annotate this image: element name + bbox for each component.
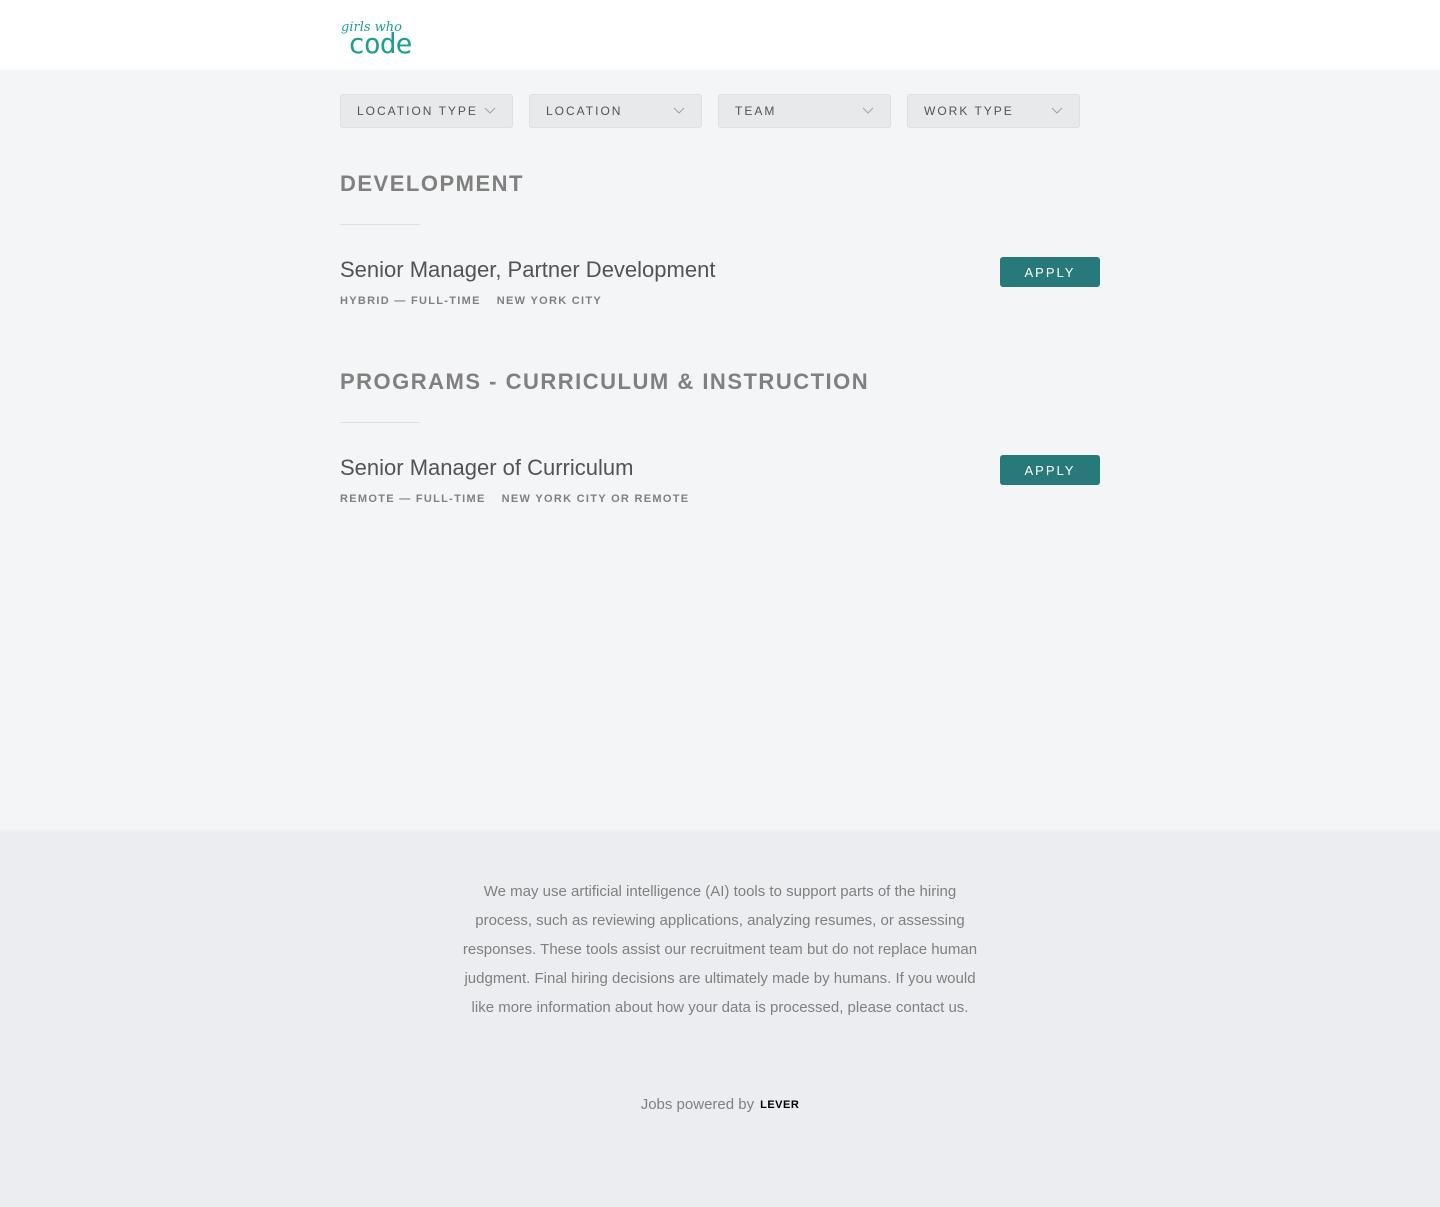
section-divider <box>340 224 420 225</box>
posting-commitment: REMOTE — FULL-TIME <box>340 493 486 505</box>
ai-disclaimer: We may use artificial intelligence (AI) … <box>462 883 978 1016</box>
powered-by: Jobs powered by LEVER <box>0 1096 1440 1113</box>
site-footer: We may use artificial intelligence (AI) … <box>0 830 1440 1207</box>
powered-by-text: Jobs powered by <box>640 1096 755 1113</box>
filter-location-type[interactable]: LOCATION TYPE <box>340 94 513 128</box>
posting-commitment: HYBRID — FULL-TIME <box>340 295 481 307</box>
job-posting: Senior Manager of Curriculum REMOTE — FU… <box>340 455 1100 515</box>
chevron-down-icon <box>673 107 685 114</box>
filter-label: WORK TYPE <box>924 104 1014 118</box>
girls-who-code-logo[interactable]: girls who code <box>340 14 426 56</box>
filter-label: LOCATION <box>546 104 623 118</box>
job-posting: Senior Manager, Partner Development HYBR… <box>340 257 1100 317</box>
section-programs-curriculum: PROGRAMS - CURRICULUM & INSTRUCTION Seni… <box>340 368 1100 515</box>
lever-logo-link[interactable]: LEVER <box>760 1099 799 1111</box>
posting-location: NEW YORK CITY OR REMOTE <box>501 493 690 505</box>
posting-meta: HYBRID — FULL-TIME NEW YORK CITY <box>340 295 1100 307</box>
job-listings: LOCATION TYPE LOCATION TEAM WORK TYPE DE… <box>0 70 1440 830</box>
posting-title-link[interactable]: Senior Manager of Curriculum <box>340 455 633 481</box>
chevron-down-icon <box>862 107 874 114</box>
filter-team[interactable]: TEAM <box>718 94 891 128</box>
filter-label: LOCATION TYPE <box>357 104 478 118</box>
filter-location[interactable]: LOCATION <box>529 94 702 128</box>
section-development: DEVELOPMENT Senior Manager, Partner Deve… <box>340 170 1100 317</box>
posting-location: NEW YORK CITY <box>496 295 603 307</box>
apply-button[interactable]: APPLY <box>1000 257 1100 287</box>
site-header: girls who code <box>0 0 1440 70</box>
chevron-down-icon <box>1051 107 1063 114</box>
chevron-down-icon <box>484 107 496 114</box>
section-title: PROGRAMS - CURRICULUM & INSTRUCTION <box>340 369 870 394</box>
filter-bar: LOCATION TYPE LOCATION TEAM WORK TYPE <box>340 94 1080 128</box>
apply-button[interactable]: APPLY <box>1000 455 1100 485</box>
section-title: DEVELOPMENT <box>340 171 524 196</box>
posting-meta: REMOTE — FULL-TIME NEW YORK CITY OR REMO… <box>340 493 1100 505</box>
posting-title-link[interactable]: Senior Manager, Partner Development <box>340 257 715 283</box>
logo-graphic: girls who code <box>341 20 413 56</box>
filter-label: TEAM <box>735 104 777 118</box>
logo-code-text: code <box>348 27 412 56</box>
filter-work-type[interactable]: WORK TYPE <box>907 94 1080 128</box>
section-divider <box>340 422 420 423</box>
